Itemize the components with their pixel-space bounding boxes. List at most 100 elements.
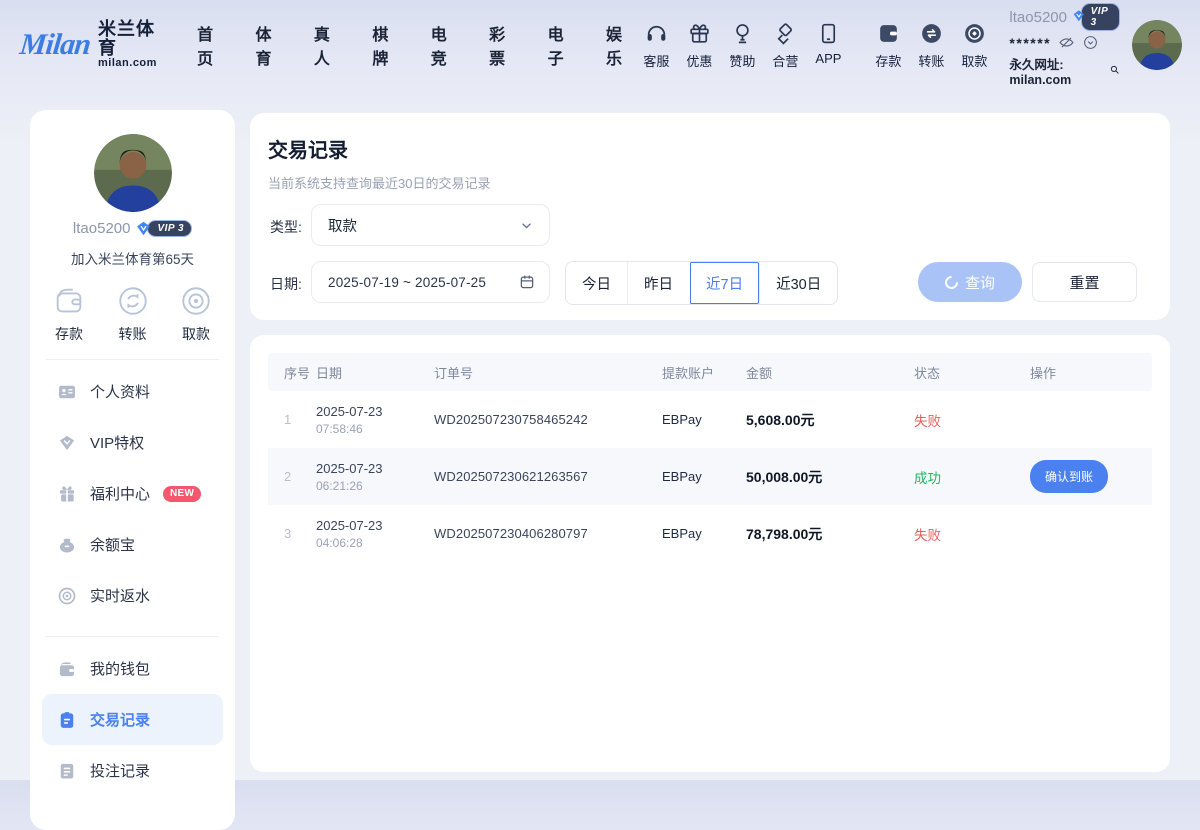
sidebar: ltao5200 VIP 3 加入米兰体育第65天 存款 转账 取款 [30,110,235,830]
eye-off-icon[interactable] [1058,34,1075,51]
sidebar-withdraw-button[interactable]: 取款 [179,284,213,344]
row-date: 2025-07-23 [316,461,434,476]
row-status: 失败 [914,410,1030,430]
partner-button[interactable]: 合营 [764,21,806,70]
query-button[interactable]: 查询 [918,262,1022,302]
date-range-input[interactable]: 2025-07-19 ~ 2025-07-25 [311,261,550,303]
date-label: 日期: [270,274,302,294]
brand-name-cn: 米兰体育 [98,20,167,58]
nav-link-slots[interactable]: 电子 [548,21,577,69]
refresh-balance-icon[interactable] [1082,34,1099,51]
app-label: APP [815,51,841,66]
sidebar-item-my-wallet[interactable]: 我的钱包 [42,643,223,694]
date-range-value: 2025-07-19 ~ 2025-07-25 [328,275,518,290]
sidebar-vip-level-label: VIP 3 [147,220,192,237]
new-badge: NEW [163,486,201,502]
nav-link-sports[interactable]: 体育 [255,21,284,69]
row-status: 成功 [914,467,1030,487]
transfer-label: 转账 [918,51,944,70]
app-button[interactable]: APP [807,21,849,70]
confirm-received-button[interactable]: 确认到账 [1030,460,1108,493]
promo-button[interactable]: 优惠 [678,21,720,70]
vip-diamond-icon [1072,9,1086,26]
row-no: 2 [268,469,316,484]
bet-record-icon [57,761,77,781]
withdraw-button[interactable]: 取款 [953,21,995,70]
row-datetime: 2025-07-23 04:06:28 [316,518,434,550]
deposit-label: 存款 [875,51,901,70]
sidebar-item-profile-label: 个人资料 [90,381,150,402]
page-title: 交易记录 [268,134,348,163]
magnifier-icon[interactable] [1109,64,1120,78]
sidebar-username: ltao5200 [73,220,131,237]
row-account: EBPay [662,412,746,427]
vip-badge: VIP 3 [1072,3,1120,31]
sidebar-item-my-wallet-label: 我的钱包 [90,658,150,679]
transfer-icon [919,21,944,46]
sidebar-item-yuebao-label: 余额宝 [90,534,135,555]
row-amount: 78,798.00元 [746,524,914,544]
sponsor-button[interactable]: 赞助 [721,21,763,70]
col-header-account: 提款账户 [662,363,746,382]
range-yesterday-button[interactable]: 昨日 [627,262,689,304]
headset-icon [644,21,669,46]
quick-range-group: 今日 昨日 近7日 近30日 [565,261,838,305]
row-time: 07:58:46 [316,422,434,436]
sidebar-item-welfare-label: 福利中心 [90,483,150,504]
reset-button[interactable]: 重置 [1032,262,1137,302]
type-select-value: 取款 [328,215,518,236]
row-account: EBPay [662,469,746,484]
withdraw-label: 取款 [961,51,987,70]
sidebar-deposit-button[interactable]: 存款 [52,284,86,344]
sidebar-avatar[interactable] [94,134,172,212]
range-today-button[interactable]: 今日 [566,262,627,304]
nav-link-entertainment[interactable]: 娱乐 [606,21,635,69]
nav-link-home[interactable]: 首页 [197,21,226,69]
deposit-button[interactable]: 存款 [867,21,909,70]
row-time: 06:21:26 [316,479,434,493]
nav-link-chess[interactable]: 棋牌 [372,21,401,69]
user-info-block: ltao5200 VIP 3 ****** 永久网址: milan.c [1009,3,1120,87]
range-last7days-button[interactable]: 近7日 [689,262,759,304]
sidebar-item-rebate[interactable]: 实时返水 [42,570,223,621]
sidebar-transfer-button[interactable]: 转账 [116,284,150,344]
sidebar-item-yuebao[interactable]: 余额宝 [42,519,223,570]
brand-logo[interactable]: Milan 米兰体育 milan.com [20,20,167,69]
sidebar-item-profile[interactable]: 个人资料 [42,366,223,417]
col-header-order-no: 订单号 [434,363,662,382]
col-header-date: 日期 [316,363,434,382]
chevron-down-icon [518,217,535,234]
row-date: 2025-07-23 [316,518,434,533]
sidebar-item-transaction-records[interactable]: 交易记录 [42,694,223,745]
sidebar-item-bet-records[interactable]: 投注记录 [42,745,223,796]
sponsor-icon [730,21,755,46]
partner-icon [773,21,798,46]
row-amount: 50,008.00元 [746,467,914,487]
vip-icon [57,433,77,453]
sidebar-item-vip[interactable]: VIP特权 [42,417,223,468]
row-action: 确认到账 [1030,460,1152,493]
transaction-record-icon [57,710,77,730]
row-order-no: WD202507230621263567 [434,469,662,484]
filter-panel: 交易记录 当前系统支持查询最近30日的交易记录 类型: 取款 日期: 2025-… [250,113,1170,320]
range-last30days-button[interactable]: 近30日 [759,262,837,304]
deposit-icon [52,284,86,318]
sidebar-item-vip-label: VIP特权 [90,432,144,453]
type-select[interactable]: 取款 [311,204,550,246]
row-amount: 5,608.00元 [746,410,914,430]
deposit-icon [876,21,901,46]
withdraw-icon [179,284,213,318]
nav-link-live-casino[interactable]: 真人 [314,21,343,69]
records-table-panel: 序号 日期 订单号 提款账户 金额 状态 操作 1 2025-07-23 07:… [250,335,1170,772]
page-subtitle: 当前系统支持查询最近30日的交易记录 [268,173,490,192]
nav-link-esports[interactable]: 电竞 [431,21,460,69]
avatar[interactable] [1132,20,1182,70]
gift-icon [687,21,712,46]
row-account: EBPay [662,526,746,541]
transfer-button[interactable]: 转账 [910,21,952,70]
row-datetime: 2025-07-23 06:21:26 [316,461,434,493]
service-button[interactable]: 客服 [635,21,677,70]
sidebar-item-bet-records-label: 投注记录 [90,760,150,781]
sidebar-item-welfare[interactable]: 福利中心 NEW [42,468,223,519]
nav-link-lottery[interactable]: 彩票 [489,21,518,69]
